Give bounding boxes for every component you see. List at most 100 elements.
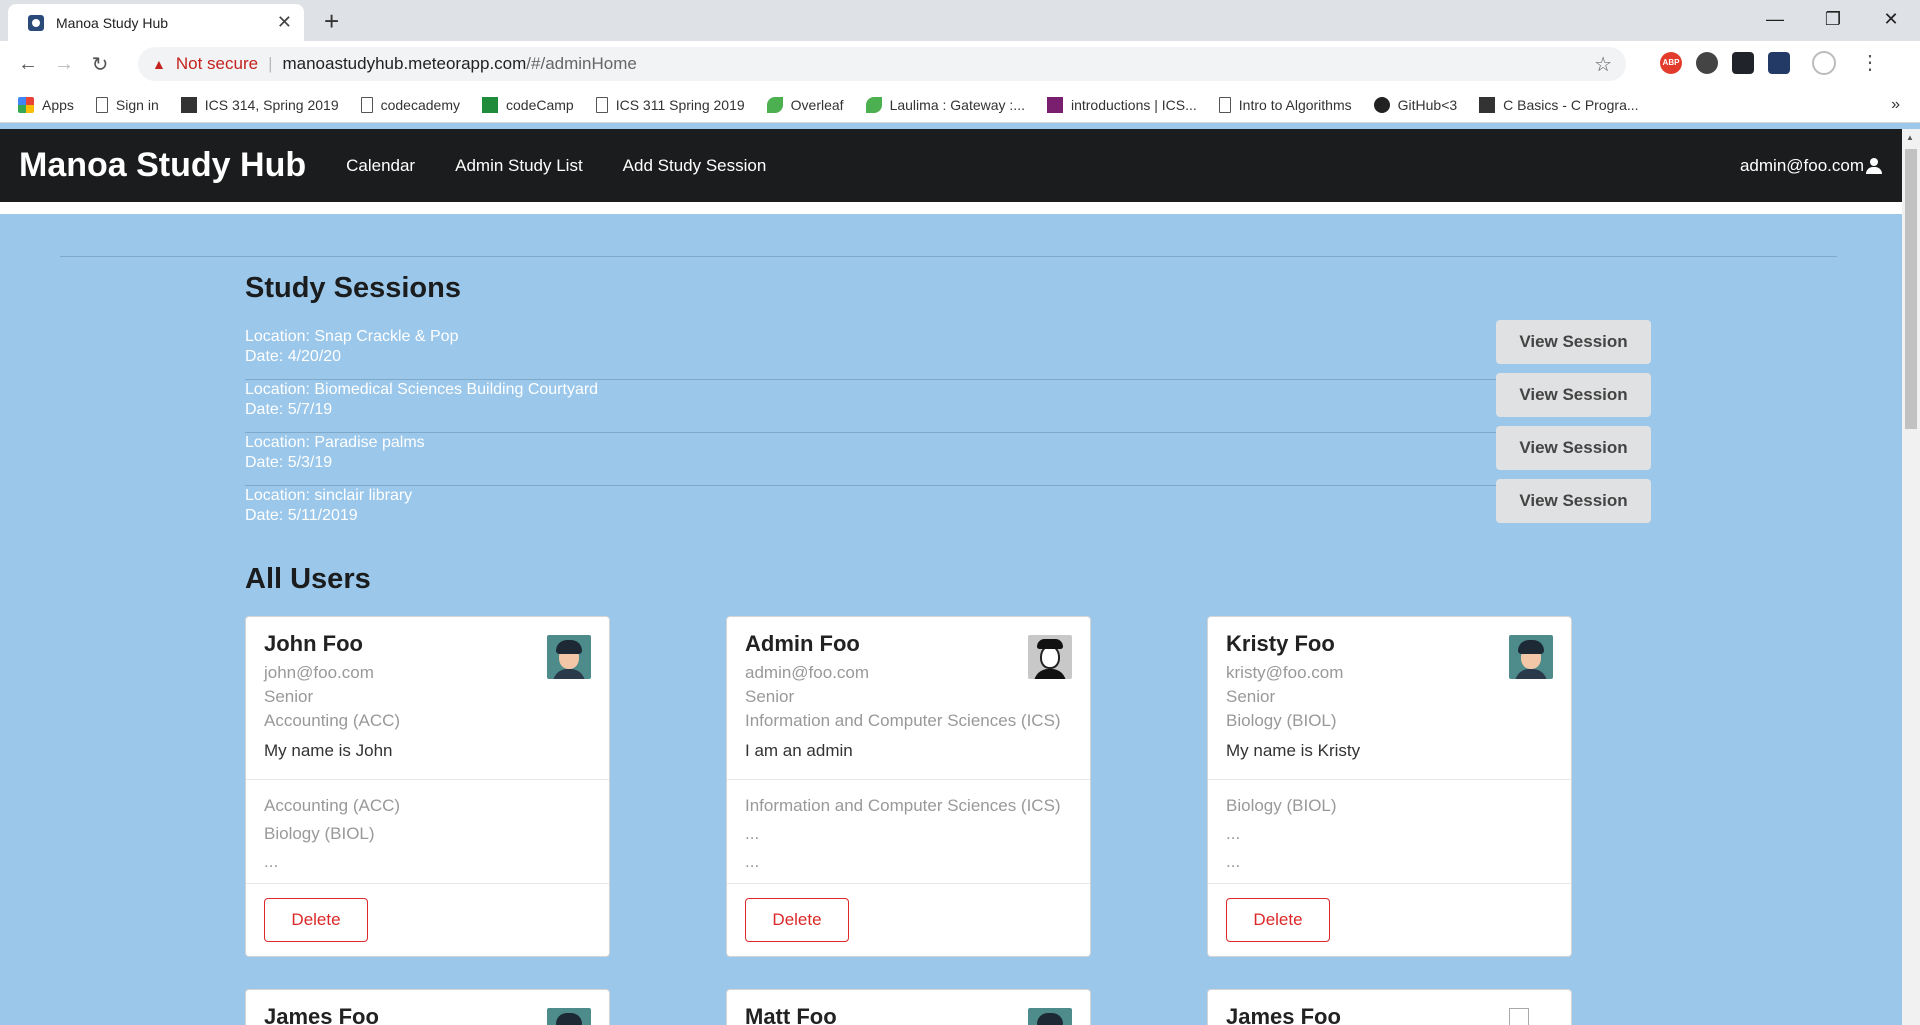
bookmark-codecademy[interactable]: codecademy	[360, 96, 460, 113]
view-session-button[interactable]: View Session	[1496, 426, 1651, 470]
user-major: Biology (BIOL)	[1226, 711, 1337, 730]
man-avatar-icon	[1028, 1008, 1072, 1025]
address-bar[interactable]: ▲ Not secure | manoastudyhub.meteorapp.c…	[138, 47, 1626, 81]
user-major: Information and Computer Sciences (ICS)	[745, 711, 1061, 730]
browser-tab-bar: Manoa Study Hub ✕ + — ❐ ✕	[0, 0, 1920, 41]
codecademy-icon	[360, 96, 373, 113]
delete-button[interactable]: Delete	[264, 898, 368, 942]
view-session-button[interactable]: View Session	[1496, 320, 1651, 364]
page-scrollbar[interactable]: ▲	[1902, 129, 1920, 1025]
bookmark-label: Intro to Algorithms	[1238, 96, 1352, 113]
interest-tag: ...	[745, 852, 760, 871]
more-bookmarks-icon[interactable]: »	[1891, 96, 1900, 114]
tab-title: Manoa Study Hub	[56, 14, 169, 31]
not-secure-label[interactable]: Not secure	[176, 54, 258, 74]
laulima-icon	[865, 96, 882, 113]
scroll-thumb[interactable]	[1905, 149, 1917, 429]
user-major: Accounting (ACC)	[264, 711, 401, 730]
bookmark-label: codecademy	[380, 96, 460, 113]
app-navbar: Manoa Study Hub Calendar Admin Study Lis…	[0, 129, 1902, 202]
user-name: Matt Foo	[745, 1004, 837, 1025]
bookmark-codecamp[interactable]: codeCamp	[482, 96, 574, 113]
adblock-icon[interactable]: ABP	[1660, 51, 1682, 74]
view-session-button[interactable]: View Session	[1496, 373, 1651, 417]
card-header: Admin Foo admin@foo.com Senior Informati…	[727, 617, 1090, 780]
user-card: Matt Foo	[726, 989, 1091, 1025]
bookmark-star-icon[interactable]: ☆	[1594, 52, 1612, 77]
page-icon	[95, 96, 108, 113]
slack-icon	[1046, 96, 1063, 113]
menu-dots-icon[interactable]: ⋮	[1860, 50, 1880, 75]
user-menu[interactable]: admin@foo.com	[1740, 156, 1882, 176]
view-session-button[interactable]: View Session	[1496, 479, 1651, 523]
nav-add-study-session[interactable]: Add Study Session	[623, 156, 767, 176]
brand-logo[interactable]: Manoa Study Hub	[19, 146, 306, 185]
user-name: James Foo	[1226, 1004, 1341, 1025]
man-avatar-icon	[547, 1008, 591, 1025]
user-card: John Foo john@foo.com Senior Accounting …	[245, 616, 610, 957]
user-email: john@foo.com	[264, 663, 374, 682]
card-header: Kristy Foo kristy@foo.com Senior Biology…	[1208, 617, 1571, 780]
nav-admin-study-list[interactable]: Admin Study List	[455, 156, 583, 176]
bookmark-label: Laulima : Gateway :...	[889, 96, 1025, 113]
user-year: Senior	[264, 687, 314, 706]
site-icon	[180, 96, 197, 113]
restore-icon[interactable]: ❐	[1804, 0, 1862, 38]
sync-extension-icon[interactable]	[1696, 51, 1718, 74]
session-row: Location: sinclair library Date: 5/11/20…	[245, 479, 1651, 539]
bookmark-c-basics[interactable]: C Basics - C Progra...	[1479, 96, 1639, 113]
interest-tag: Accounting (ACC)	[264, 796, 401, 815]
bookmark-ics311[interactable]: ICS 311 Spring 2019	[595, 96, 745, 113]
session-date: Date: 5/11/2019	[245, 507, 358, 524]
man-glasses-avatar-icon	[1028, 635, 1072, 679]
interest-tag: Information and Computer Sciences (ICS)	[745, 796, 1061, 815]
minimize-icon[interactable]: —	[1746, 0, 1804, 38]
all-users-title: All Users	[245, 563, 371, 595]
user-bio: My name is Kristy	[1226, 741, 1361, 760]
session-location: Location: Paradise palms	[245, 434, 425, 451]
bookmark-apps[interactable]: Apps	[18, 96, 74, 113]
session-row: Location: Paradise palms Date: 5/3/19 Vi…	[245, 426, 1651, 486]
site-favicon-icon	[28, 14, 44, 31]
delete-button[interactable]: Delete	[1226, 898, 1330, 942]
bookmark-algorithms[interactable]: Intro to Algorithms	[1218, 96, 1352, 113]
bookmark-overleaf[interactable]: Overleaf	[766, 96, 844, 113]
scroll-up-icon[interactable]: ▲	[1906, 133, 1914, 142]
user-name: Admin Foo	[745, 631, 860, 656]
bookmark-github[interactable]: GitHub<3	[1373, 96, 1457, 113]
bookmarks-bar: Apps Sign in ICS 314, Spring 2019 codeca…	[0, 87, 1920, 123]
user-icon	[1866, 157, 1882, 174]
back-icon[interactable]: ←	[10, 53, 46, 76]
bookmark-laulima[interactable]: Laulima : Gateway :...	[865, 96, 1025, 113]
user-card: Kristy Foo kristy@foo.com Senior Biology…	[1207, 616, 1572, 957]
separator: |	[268, 54, 273, 73]
forward-icon[interactable]: →	[46, 53, 82, 76]
card-footer: Delete	[1208, 884, 1571, 956]
close-tab-icon[interactable]: ✕	[277, 12, 292, 33]
profile-icon[interactable]	[1812, 50, 1836, 75]
extensions: ABP ⋮	[1660, 50, 1880, 75]
bookmark-label: codeCamp	[506, 96, 574, 113]
new-tab-icon[interactable]: +	[324, 6, 339, 37]
delete-button[interactable]: Delete	[745, 898, 849, 942]
session-date: Date: 4/20/20	[245, 348, 342, 365]
woman-avatar-icon	[1509, 635, 1553, 679]
user-email: admin@foo.com	[1739, 155, 1864, 175]
bookmark-ics314[interactable]: ICS 314, Spring 2019	[180, 96, 339, 113]
browser-toolbar: ← → ↻ ▲ Not secure | manoastudyhub.meteo…	[0, 41, 1920, 87]
extension-icon[interactable]	[1768, 51, 1790, 74]
browser-tab[interactable]: Manoa Study Hub ✕	[8, 4, 304, 41]
session-location: Location: sinclair library	[245, 487, 413, 504]
bookmark-label: Apps	[42, 96, 74, 113]
react-devtools-icon[interactable]	[1732, 51, 1754, 74]
user-email: admin@foo.com	[745, 663, 870, 682]
interest-tag: ...	[745, 824, 760, 843]
bookmark-introductions[interactable]: introductions | ICS...	[1046, 96, 1197, 113]
nav-calendar[interactable]: Calendar	[346, 156, 415, 176]
terminal-icon	[1479, 96, 1496, 113]
bookmark-sign-in[interactable]: Sign in	[95, 96, 159, 113]
page-icon	[595, 96, 608, 113]
close-window-icon[interactable]: ✕	[1862, 0, 1920, 38]
reload-icon[interactable]: ↻	[82, 52, 118, 77]
bookmark-label: introductions | ICS...	[1070, 96, 1197, 113]
